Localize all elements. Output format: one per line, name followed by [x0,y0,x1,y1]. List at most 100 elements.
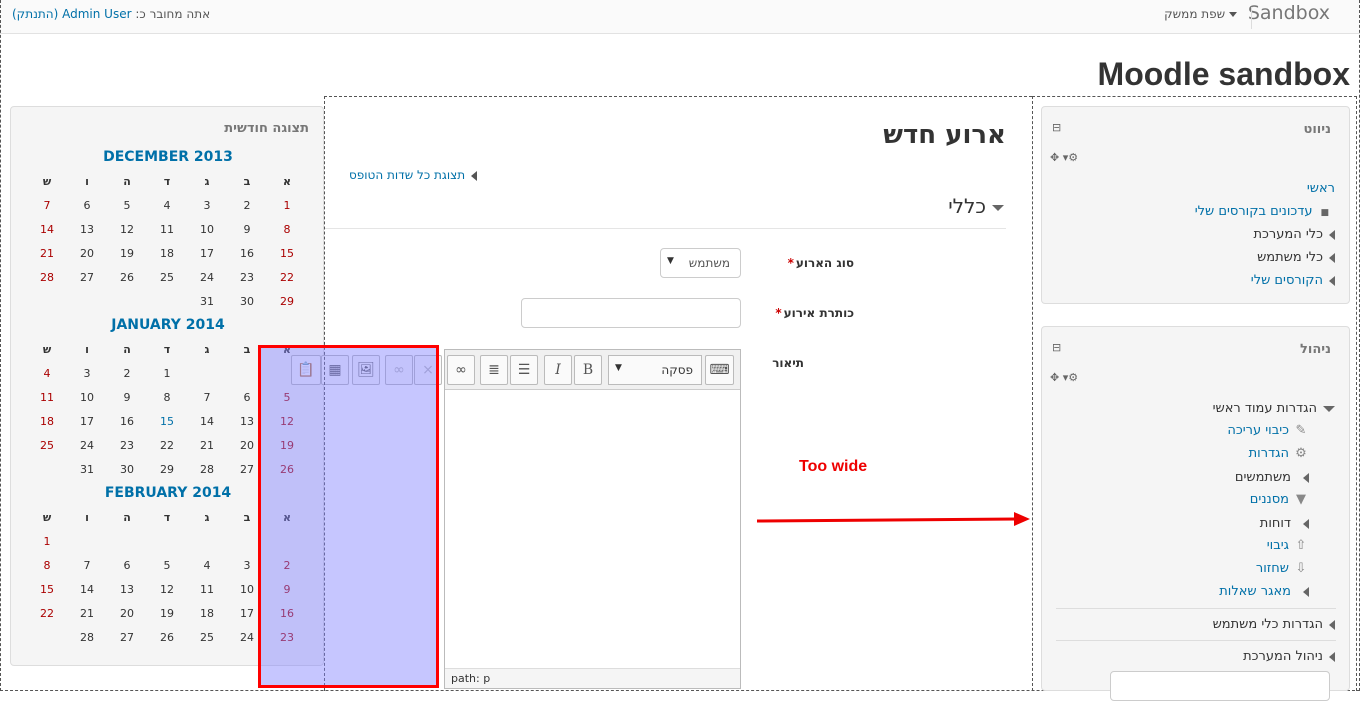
calendar-day[interactable]: 26 [107,271,147,284]
calendar-day[interactable]: 5 [107,199,147,212]
calendar-day[interactable]: 11 [187,583,227,596]
calendar-day[interactable]: 19 [107,247,147,260]
calendar-day[interactable]: 7 [67,559,107,572]
calendar-day[interactable]: 14 [27,223,67,236]
calendar-day[interactable]: 8 [267,223,307,236]
calendar-day[interactable]: 21 [27,247,67,260]
calendar-day[interactable]: 17 [67,415,107,428]
calendar-day[interactable]: 28 [187,463,227,476]
calendar-day-header: ו [85,511,89,524]
calendar-day[interactable]: 20 [67,247,107,260]
calendar-day[interactable]: 7 [27,199,67,212]
calendar-day[interactable]: 9 [227,223,267,236]
calendar-day-header: ש [42,511,52,524]
calendar-day[interactable]: 24 [187,271,227,284]
calendar-day[interactable]: 22 [147,439,187,452]
calendar-week-row: 26 27 28 29 30 31 [11,463,294,487]
calendar-day[interactable]: 18 [147,247,187,260]
calendar-day-header: ה [123,511,131,524]
calendar-day[interactable]: 3 [67,367,107,380]
calendar-week-row: 1 [11,535,291,559]
calendar-day[interactable]: 12 [107,223,147,236]
calendar-day[interactable]: 1 [27,535,67,548]
calendar-day[interactable]: 25 [147,271,187,284]
calendar-week-row: 1234 [11,367,291,391]
calendar-day[interactable]: 14 [67,583,107,596]
calendar-day[interactable]: 12 [147,583,187,596]
calendar-day[interactable]: 4 [187,559,227,572]
calendar-day[interactable]: 2 [107,367,147,380]
calendar-day-header: ג [204,343,210,356]
calendar-day[interactable]: 31 [187,295,227,308]
calendar-day[interactable]: 15 [27,583,67,596]
calendar-day[interactable]: 14 [187,415,227,428]
calendar-day[interactable]: 13 [107,583,147,596]
calendar-day[interactable]: 29 [267,295,307,308]
calendar-day-header-row: אבגדהוש [11,343,291,367]
calendar-day[interactable]: 8 [147,391,187,404]
calendar-day[interactable]: 15 [267,247,307,260]
calendar-day[interactable]: 27 [107,631,147,644]
calendar-day[interactable]: 18 [187,607,227,620]
calendar-day[interactable]: 6 [107,559,147,572]
calendar-day[interactable]: 7 [187,391,227,404]
calendar-day-header: ש [42,175,52,188]
calendar-week-row: 9 10 11 12 13 14 15 [11,583,291,607]
calendar-day[interactable]: 2 [227,199,267,212]
calendar-day-header: ו [85,175,89,188]
calendar-day-header: ג [204,175,210,188]
calendar-day-header: ד [163,343,171,356]
calendar-day[interactable]: 9 [107,391,147,404]
page-title: Moodle sandbox [1097,56,1350,92]
calendar-day[interactable]: 19 [147,607,187,620]
calendar-day[interactable]: 1 [267,199,307,212]
calendar-day[interactable]: 30 [107,463,147,476]
calendar-day-header-row: אבגדהוש [11,175,291,199]
calendar-day[interactable]: 4 [147,199,187,212]
calendar-day[interactable]: 27 [67,271,107,284]
calendar-day[interactable]: 8 [27,559,67,572]
calendar-day[interactable]: 16 [107,415,147,428]
calendar-day[interactable]: 22 [267,271,307,284]
calendar-day[interactable]: 26 [147,631,187,644]
calendar-week-row: 2345678 [11,559,291,583]
calendar-day[interactable]: 15 [147,415,187,428]
calendar-day[interactable]: 11 [147,223,187,236]
calendar-day-header: ש [42,343,52,356]
calendar-day[interactable]: 31 [67,463,107,476]
calendar-day[interactable]: 23 [107,439,147,452]
calendar-day[interactable]: 16 [227,247,267,260]
calendar-day[interactable]: 20 [107,607,147,620]
calendar-day[interactable]: 6 [67,199,107,212]
calendar-day[interactable]: 10 [67,391,107,404]
calendar-day-header: ד [163,175,171,188]
calendar-day[interactable]: 18 [27,415,67,428]
calendar-day[interactable]: 22 [27,607,67,620]
calendar-day[interactable]: 28 [27,271,67,284]
calendar-day[interactable]: 11 [27,391,67,404]
calendar-day[interactable]: 24 [67,439,107,452]
calendar-day[interactable]: 1 [147,367,187,380]
sidebar-region-border [1032,96,1357,691]
calendar-day[interactable]: 3 [187,199,227,212]
calendar-day[interactable]: 5 [147,559,187,572]
calendar-day[interactable]: 23 [227,271,267,284]
calendar-day[interactable]: 29 [147,463,187,476]
calendar-day[interactable]: 17 [187,247,227,260]
calendar-day[interactable]: 21 [67,607,107,620]
calendar-week-row: 1234567 [11,199,291,223]
calendar-day-header-row: אבגדהוש [11,511,291,535]
calendar-day[interactable]: 28 [67,631,107,644]
calendar-day[interactable]: 13 [67,223,107,236]
calendar-day[interactable]: 30 [227,295,267,308]
calendar-month-title[interactable]: JANUARY 2014 [11,317,325,333]
calendar-week-row: 5 6 7 8 9 10 11 [11,391,291,415]
calendar-week-row: 19 20 21 22 23 24 25 [11,439,294,463]
calendar-day[interactable]: 25 [187,631,227,644]
calendar-day[interactable]: 4 [27,367,67,380]
calendar-day[interactable]: 10 [187,223,227,236]
calendar-title: תצוגה חודשית [224,121,309,136]
calendar-day[interactable]: 25 [27,439,67,452]
calendar-month-title[interactable]: DECEMBER 2013 [11,149,325,165]
calendar-day[interactable]: 21 [187,439,227,452]
